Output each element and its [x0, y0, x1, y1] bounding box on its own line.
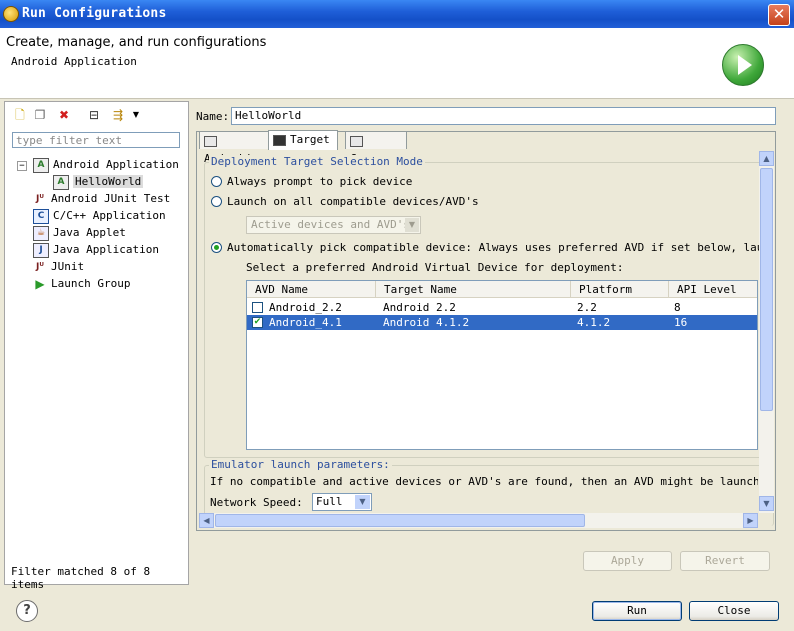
platform-cell: 4.1.2 [577, 316, 611, 329]
tree-item-label: C/C++ Application [53, 209, 166, 222]
horizontal-scroll-thumb[interactable] [215, 514, 585, 527]
tree-item-label: Android Application [53, 158, 179, 171]
launch-all-combo: Active devices and AVD's ▼ [246, 216, 421, 234]
emulator-note: If no compatible and active devices or A… [210, 475, 758, 488]
radio-auto-pick[interactable] [211, 242, 222, 253]
dialog-header: Create, manage, and run configurations A… [0, 28, 794, 99]
emulator-group-title: Emulator launch parameters: [209, 458, 392, 471]
launch-group-icon: ▶ [35, 276, 45, 291]
tree-item-label: JUnit [51, 260, 85, 273]
tree-item-helloworld[interactable]: A HelloWorld [53, 174, 144, 190]
avd-select-prompt: Select a preferred Android Virtual Devic… [246, 261, 624, 274]
header-title: Create, manage, and run configurations [6, 35, 267, 50]
vertical-scrollbar[interactable]: ▲ ▼ [759, 151, 774, 513]
api-level-cell: 16 [674, 316, 688, 329]
target-name-cell: Android 4.1.2 [383, 316, 470, 329]
window-title: Run Configurations [22, 6, 167, 21]
column-header-api-level[interactable]: API Level [669, 281, 757, 298]
row-checkbox[interactable] [252, 302, 263, 313]
filter-configs-icon[interactable]: ⇶ [111, 108, 125, 122]
tab-common[interactable]: Common [345, 131, 407, 165]
android-config-icon: A [53, 174, 69, 190]
radio-launch-all-label: Launch on all compatible devices/AVD's [227, 195, 479, 208]
table-row[interactable]: Android_2.2 Android 2.2 2.2 8 [247, 300, 757, 315]
revert-button[interactable]: Revert [680, 551, 770, 571]
avd-name-cell: Android_4.1 [269, 316, 342, 329]
java-applet-icon: ☕ [33, 225, 49, 241]
junit-icon: Jᵁ [36, 261, 44, 272]
java-app-icon: J [33, 242, 49, 258]
title-bar: Run Configurations ✕ [0, 0, 794, 28]
platform-cell: 2.2 [577, 301, 597, 314]
radio-always-prompt-label: Always prompt to pick device [227, 175, 413, 188]
scroll-down-icon[interactable]: ▼ [759, 496, 774, 511]
launch-all-combo-value: Active devices and AVD's [251, 218, 410, 231]
android-app-icon: A [33, 157, 49, 173]
tree-collapse-toggle[interactable]: − [17, 161, 27, 171]
common-tab-icon [350, 135, 363, 147]
target-name-cell: Android 2.2 [383, 301, 456, 314]
deployment-group-title: Deployment Target Selection Mode [209, 155, 425, 168]
scroll-up-icon[interactable]: ▲ [759, 151, 774, 166]
row-checkbox-checked[interactable]: ✔ [252, 317, 263, 328]
network-speed-label: Network Speed: [210, 496, 303, 509]
android-tab-icon [204, 135, 217, 147]
help-icon[interactable]: ? [16, 600, 38, 622]
radio-always-prompt[interactable] [211, 176, 222, 187]
network-speed-select[interactable]: Full ▼ [312, 493, 372, 511]
scroll-right-icon[interactable]: ▶ [743, 513, 758, 528]
tree-item-android-junit-test[interactable]: Jᵁ Android JUnit Test [33, 191, 170, 207]
cpp-icon: C [33, 208, 49, 224]
table-row[interactable]: ✔ Android_4.1 Android 4.1.2 4.1.2 16 [247, 315, 757, 330]
chevron-down-icon: ▼ [355, 495, 370, 509]
chevron-down-icon: ▼ [405, 218, 419, 232]
junit-icon: Jᵁ [36, 193, 44, 204]
tree-item-label: Java Application [53, 243, 159, 256]
tree-item-label: Java Applet [53, 226, 126, 239]
target-tab-icon [273, 134, 286, 146]
tree-item-junit[interactable]: Jᵁ JUnit [33, 259, 84, 275]
avd-table: AVD Name Target Name Platform API Level … [246, 280, 758, 450]
tab-target[interactable]: Target [268, 130, 338, 150]
name-label: Name: [196, 110, 230, 123]
api-level-cell: 8 [674, 301, 681, 314]
delete-config-icon[interactable]: ✖ [57, 108, 71, 122]
radio-launch-all[interactable] [211, 196, 222, 207]
filter-input[interactable]: type filter text [12, 132, 180, 148]
tree-item-java-applet[interactable]: ☕ Java Applet [33, 225, 126, 241]
radio-auto-pick-label: Automatically pick compatible device: Al… [227, 241, 759, 254]
eclipse-app-icon [3, 6, 19, 22]
column-header-avd-name[interactable]: AVD Name [247, 281, 376, 298]
column-header-target-name[interactable]: Target Name [376, 281, 571, 298]
tree-item-label: Launch Group [51, 277, 131, 290]
window-close-button[interactable]: ✕ [768, 4, 790, 26]
vertical-scroll-thumb[interactable] [760, 168, 773, 411]
apply-button[interactable]: Apply [583, 551, 672, 571]
config-name-input[interactable]: HelloWorld [231, 107, 776, 125]
header-subtitle: Android Application [11, 55, 137, 68]
tree-item-android-application[interactable]: A Android Application [33, 157, 179, 173]
tree-item-label: HelloWorld [73, 175, 144, 188]
tab-android[interactable]: Android [199, 131, 269, 165]
network-speed-value: Full [316, 495, 343, 508]
view-menu-chevron-down-icon[interactable]: ▼ [129, 108, 143, 122]
close-button[interactable]: Close [689, 601, 779, 621]
run-banner-icon [722, 44, 764, 86]
tree-item-launch-group[interactable]: ▶ Launch Group [33, 276, 130, 292]
horizontal-scrollbar[interactable]: ◀ ▶ [199, 513, 758, 528]
tab-label: Target [290, 133, 330, 146]
config-tree-panel: 🗋 ❐ ✖ ⊟ ⇶ ▼ type filter text − A Android … [4, 101, 189, 591]
tree-item-label: Android JUnit Test [51, 192, 171, 205]
run-button[interactable]: Run [592, 601, 682, 621]
scroll-left-icon[interactable]: ◀ [199, 513, 214, 528]
collapse-all-icon[interactable]: ⊟ [87, 108, 101, 122]
duplicate-config-icon[interactable]: ❐ [33, 108, 47, 122]
filter-status-text: Filter matched 8 of 8 items [11, 565, 151, 591]
tree-item-java-application[interactable]: J Java Application [33, 242, 159, 258]
tree-item-cpp-application[interactable]: C C/C++ Application [33, 208, 166, 224]
avd-name-cell: Android_2.2 [269, 301, 342, 314]
new-config-icon[interactable]: 🗋 [13, 108, 27, 122]
column-header-platform[interactable]: Platform [571, 281, 669, 298]
